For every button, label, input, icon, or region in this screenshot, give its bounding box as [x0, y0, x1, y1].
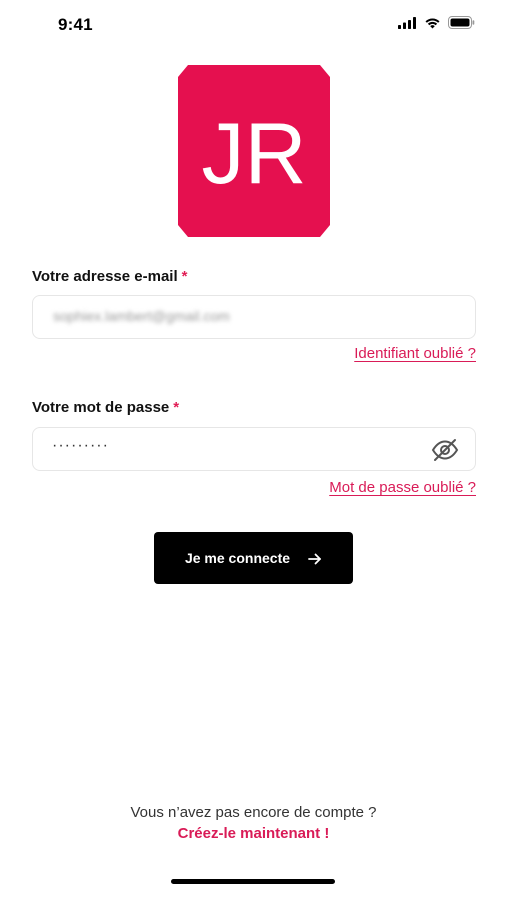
status-bar: 9:41 — [0, 0, 507, 50]
forgot-id-link[interactable]: Identifiant oublié ? — [354, 345, 476, 362]
forgot-password-link[interactable]: Mot de passe oublié ? — [329, 479, 476, 496]
signal-icon — [398, 16, 417, 34]
eye-slash-icon[interactable] — [431, 438, 459, 462]
logo-text: JR — [201, 106, 306, 202]
brand-logo: JR — [178, 65, 330, 237]
password-input[interactable]: ········· — [32, 427, 476, 471]
password-required-mark: * — [173, 399, 180, 416]
status-time: 9:41 — [58, 15, 93, 34]
status-icons — [398, 16, 475, 34]
password-label-text: Votre mot de passe — [32, 399, 170, 416]
arrow-right-icon — [308, 552, 322, 565]
email-value: sophiex.lambert@gmail.com — [53, 308, 230, 324]
login-button-label: Je me connecte — [184, 550, 291, 566]
email-label-text: Votre adresse e-mail — [32, 268, 178, 285]
password-label: Votre mot de passe * — [32, 399, 179, 416]
email-input[interactable]: sophiex.lambert@gmail.com — [32, 295, 476, 339]
signup-prompt: Vous n’avez pas encore de compte ? — [130, 804, 377, 821]
login-button[interactable]: Je me connecte — [154, 532, 353, 584]
email-label: Votre adresse e-mail * — [32, 268, 187, 285]
password-value: ········· — [52, 437, 109, 454]
create-account-link[interactable]: Créez-le maintenant ! — [0, 825, 507, 842]
wifi-icon — [424, 16, 441, 34]
email-required-mark: * — [181, 268, 188, 285]
battery-icon — [448, 16, 475, 34]
home-indicator[interactable] — [171, 879, 335, 884]
